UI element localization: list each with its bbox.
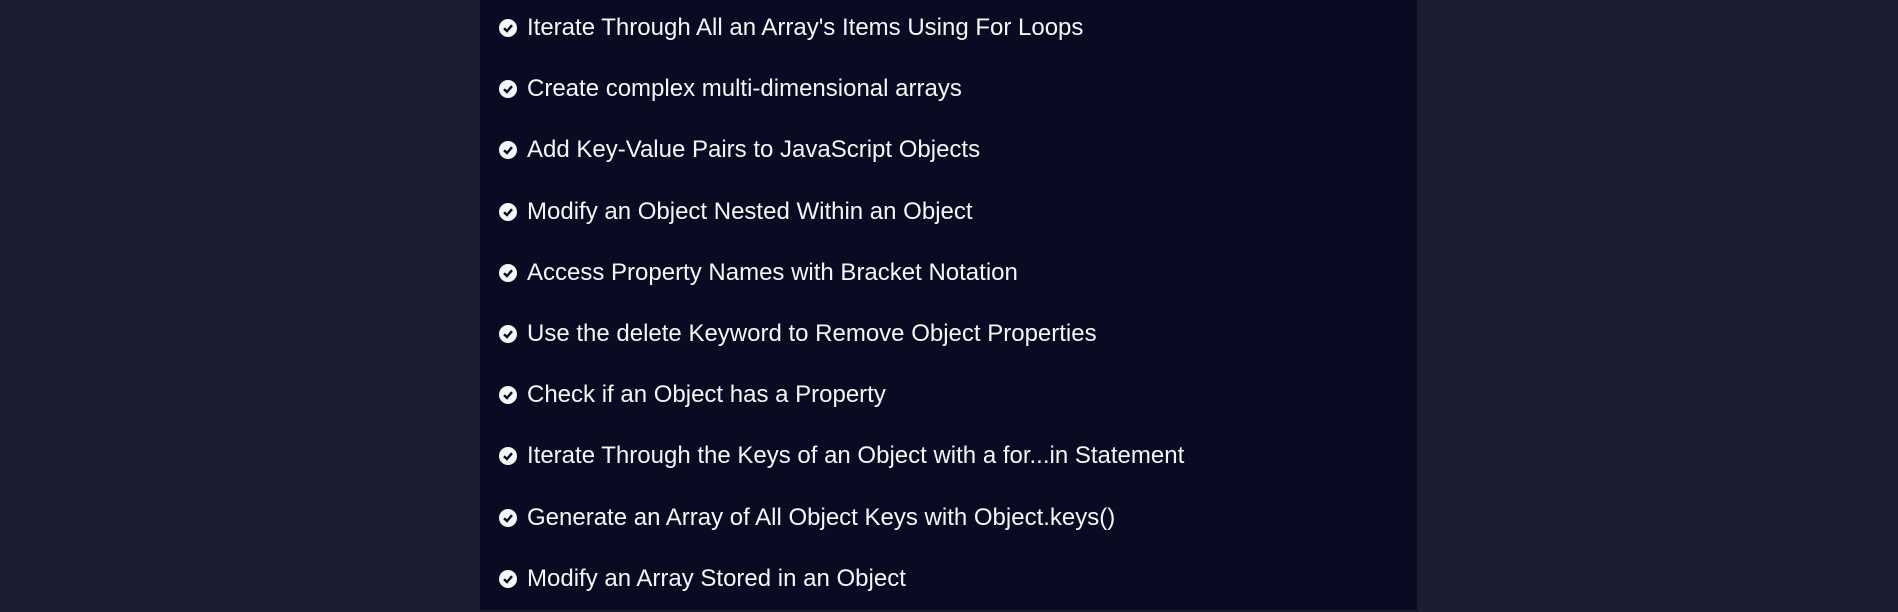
check-circle-icon [499,80,517,99]
challenge-item-label: Create complex multi-dimensional arrays [527,75,962,103]
challenge-item[interactable]: Iterate Through All an Array's Items Usi… [499,8,1083,48]
challenge-item-label: Generate an Array of All Object Keys wit… [527,503,1116,531]
challenge-item-label: Modify an Object Nested Within an Object [527,197,973,225]
challenge-item-label: Access Property Names with Bracket Notat… [527,258,1018,286]
check-circle-icon [499,447,517,466]
challenge-item[interactable]: Modify an Array Stored in an Object [499,559,906,599]
check-circle-icon [499,386,517,405]
check-circle-icon [499,202,517,221]
check-circle-icon [499,569,517,588]
challenge-item-label: Iterate Through the Keys of an Object wi… [527,442,1185,470]
check-circle-icon [499,263,517,282]
challenge-item[interactable]: Iterate Through the Keys of an Object wi… [499,436,1184,476]
challenge-item-label: Use the delete Keyword to Remove Object … [527,320,1097,347]
check-circle-icon [499,141,517,160]
challenge-item-label: Modify an Array Stored in an Object [527,564,906,592]
challenge-item[interactable]: Create complex multi-dimensional arrays [499,69,962,109]
challenge-item-label: Iterate Through All an Array's Items Usi… [527,14,1084,41]
challenge-item-label: Check if an Object has a Property [527,381,886,409]
challenge-item[interactable]: Use the delete Keyword to Remove Object … [499,314,1097,354]
challenge-item[interactable]: Modify an Object Nested Within an Object [499,192,973,232]
challenge-item-label: Add Key-Value Pairs to JavaScript Object… [527,136,981,164]
check-circle-icon [499,508,517,527]
challenge-item[interactable]: Add Key-Value Pairs to JavaScript Object… [499,130,980,170]
challenge-list-panel: Iterate Through All an Array's Items Usi… [480,0,1417,610]
check-circle-icon [499,325,517,343]
challenge-item[interactable]: Check if an Object has a Property [499,375,886,415]
challenge-item[interactable]: Access Property Names with Bracket Notat… [499,253,1018,293]
challenge-item[interactable]: Generate an Array of All Object Keys wit… [499,498,1115,538]
check-circle-icon [499,19,517,37]
